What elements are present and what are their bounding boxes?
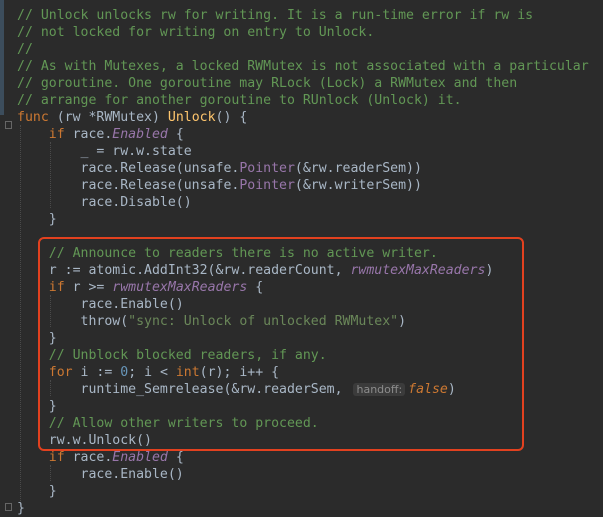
code-line: } — [17, 500, 25, 517]
code-text: race.Release(unsafe. — [80, 178, 240, 193]
code-line: func (rw *RWMutex) Unlock() { — [17, 109, 247, 126]
code-line: race.Release(unsafe.Pointer(&rw.writerSe… — [17, 177, 422, 194]
code-line: // As with Mutexes, a locked RWMutex is … — [17, 59, 589, 74]
code-text: } — [17, 501, 25, 516]
fold-marker-icon[interactable] — [5, 121, 12, 129]
code-text: race.Enable() — [80, 467, 184, 482]
code-text: (&rw.readerSem)) — [294, 161, 422, 176]
code-line: // not locked for writing on entry to Un… — [17, 25, 375, 40]
code-line: race.Disable() — [17, 194, 192, 211]
field-name: Enabled — [112, 450, 168, 465]
code-line: } — [17, 211, 57, 228]
code-text: race. — [64, 450, 113, 465]
code-text: race.Release(unsafe. — [80, 161, 240, 176]
code-line: // — [17, 42, 33, 57]
code-line: race.Release(unsafe.Pointer(&rw.readerSe… — [17, 160, 422, 177]
code-text: race. — [64, 127, 113, 142]
fold-marker-icon[interactable] — [5, 503, 12, 511]
code-text: { — [167, 127, 184, 142]
code-editor[interactable]: // Unlock unlocks rw for writing. It is … — [0, 0, 603, 517]
code-line: } — [17, 483, 57, 500]
code-line: if race.Enabled { — [17, 449, 184, 466]
code-text: } — [48, 484, 57, 499]
code-text: _ = rw.w.state — [80, 144, 192, 159]
type-name: Pointer — [239, 178, 295, 193]
receiver-type: RWMutex — [96, 110, 152, 125]
keyword: if — [48, 127, 65, 142]
code-text: race.Disable() — [80, 195, 192, 210]
function-name: Unlock — [167, 110, 216, 125]
code-line: // Unlock unlocks rw for writing. It is … — [17, 8, 534, 23]
field-name: Enabled — [112, 127, 168, 142]
code-line: // goroutine. One goroutine may RLock (L… — [17, 76, 518, 91]
receiver-close: ) — [151, 110, 168, 125]
code-line: // arrange for another goroutine to RUnl… — [17, 93, 462, 108]
gutter-marker — [0, 0, 4, 115]
code-line: if race.Enabled { — [17, 126, 184, 143]
signature-tail: () { — [215, 110, 248, 125]
code-text: { — [167, 450, 184, 465]
code-text: (&rw.writerSem)) — [294, 178, 422, 193]
highlight-box — [38, 237, 524, 451]
code-line: race.Enable() — [17, 466, 184, 483]
keyword: func — [17, 110, 49, 125]
receiver: (rw * — [48, 110, 97, 125]
type-name: Pointer — [239, 161, 295, 176]
code-text: } — [48, 212, 57, 227]
keyword: if — [48, 450, 65, 465]
code-line: _ = rw.w.state — [17, 143, 192, 160]
